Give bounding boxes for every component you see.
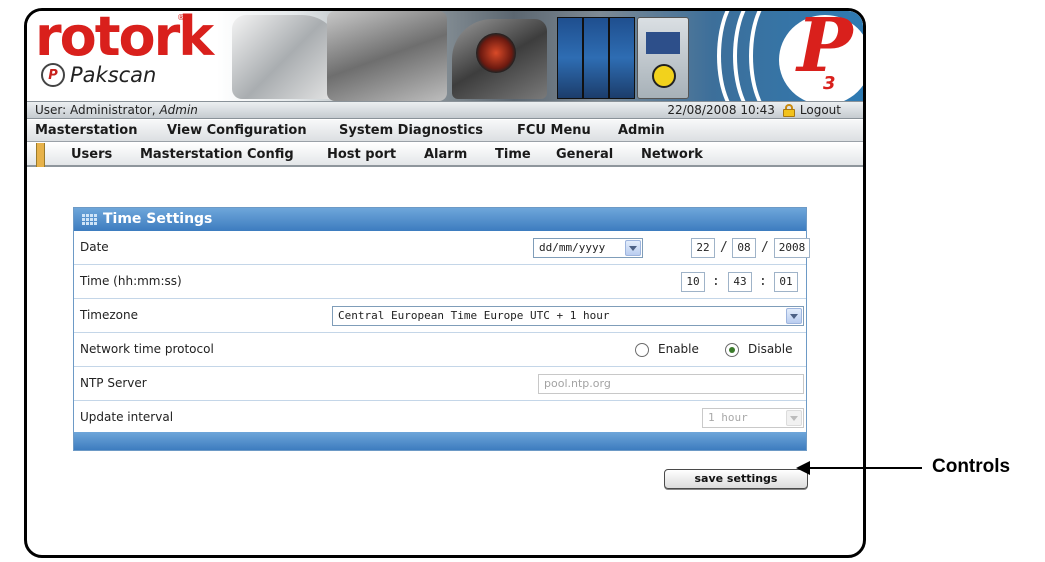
subnav-marker xyxy=(36,143,45,167)
timezone-select[interactable]: Central European Time Europe UTC + 1 hou… xyxy=(332,306,804,326)
time-separator-2: : xyxy=(759,274,767,289)
date-month-field[interactable]: 08 xyxy=(732,238,756,258)
actuator-image-2 xyxy=(327,11,447,101)
user-status-bar: User: Administrator, Admin 22/08/2008 10… xyxy=(27,101,863,119)
update-interval-row: Update interval 1 hour xyxy=(74,401,806,435)
subnav-network[interactable]: Network xyxy=(641,143,703,167)
subnav-masterstation-config[interactable]: Masterstation Config xyxy=(140,143,294,167)
pakscan-wordmark: Pakscan xyxy=(70,63,157,87)
ntp-server-input[interactable]: pool.ntp.org xyxy=(538,374,804,394)
chevron-down-icon xyxy=(786,308,802,324)
actuator-image-1 xyxy=(232,15,342,99)
time-seconds-field[interactable]: 01 xyxy=(774,272,798,292)
update-interval-select[interactable]: 1 hour xyxy=(702,408,804,428)
update-interval-label: Update interval xyxy=(80,410,174,424)
date-day-field[interactable]: 22 xyxy=(691,238,715,258)
date-year-field[interactable]: 2008 xyxy=(774,238,810,258)
ntp-server-row: NTP Server pool.ntp.org xyxy=(74,367,806,401)
pakscan-logo: P Pakscan xyxy=(41,63,156,87)
header-banner: P 3 rotork ® P Pakscan xyxy=(27,11,863,101)
save-settings-button[interactable]: save settings xyxy=(664,469,808,489)
ntp-enable-label: Enable xyxy=(658,342,699,356)
nav-view-configuration[interactable]: View Configuration xyxy=(167,120,307,142)
timezone-row: Timezone Central European Time Europe UT… xyxy=(74,299,806,333)
lock-icon xyxy=(782,104,795,117)
callout-line xyxy=(808,467,922,469)
time-label: Time (hh:mm:ss) xyxy=(80,274,182,288)
panel-header: Time Settings xyxy=(74,208,806,231)
field-unit-image-1 xyxy=(557,17,583,99)
p3-logo-number: 3 xyxy=(823,73,836,94)
date-label: Date xyxy=(80,240,109,254)
ntp-server-label: NTP Server xyxy=(80,376,147,390)
subnav-time[interactable]: Time xyxy=(495,143,531,167)
current-datetime: 22/08/2008 10:43 xyxy=(667,103,775,117)
date-format-select[interactable]: dd/mm/yyyy xyxy=(533,238,643,258)
actuator-image-3 xyxy=(452,19,547,99)
nav-fcu-menu[interactable]: FCU Menu xyxy=(517,120,591,142)
nav-admin[interactable]: Admin xyxy=(618,120,665,142)
ntp-label: Network time protocol xyxy=(80,342,214,356)
main-nav: Masterstation View Configuration System … xyxy=(27,120,863,142)
subnav-users[interactable]: Users xyxy=(71,143,112,167)
time-minutes-field[interactable]: 43 xyxy=(728,272,752,292)
registered-mark: ® xyxy=(177,13,185,22)
rotork-logo: rotork xyxy=(35,11,214,68)
app-window: P 3 rotork ® P Pakscan User: Administrat… xyxy=(24,8,866,558)
nav-system-diagnostics[interactable]: System Diagnostics xyxy=(339,120,483,142)
user-role: Admin xyxy=(159,103,198,117)
field-unit-image-2 xyxy=(583,17,609,99)
chevron-down-icon xyxy=(786,410,802,426)
user-bar-right: 22/08/2008 10:43 Logout xyxy=(667,102,841,119)
subnav-general[interactable]: General xyxy=(556,143,613,167)
timezone-value: Central European Time Europe UTC + 1 hou… xyxy=(338,309,610,322)
logout-link[interactable]: Logout xyxy=(800,102,841,119)
grid-icon xyxy=(82,214,97,225)
current-user: User: Administrator, Admin xyxy=(35,102,198,119)
time-hours-field[interactable]: 10 xyxy=(681,272,705,292)
ntp-disable-radio[interactable] xyxy=(725,343,739,357)
chevron-down-icon xyxy=(625,240,641,256)
masterstation-image xyxy=(637,17,689,99)
panel-title: Time Settings xyxy=(103,211,213,227)
time-separator-1: : xyxy=(712,274,720,289)
date-separator-2: / xyxy=(761,240,769,255)
date-format-value: dd/mm/yyyy xyxy=(539,241,606,254)
panel-footer xyxy=(74,432,806,450)
subnav-alarm[interactable]: Alarm xyxy=(424,143,467,167)
pakscan-badge-icon: P xyxy=(41,63,65,87)
time-settings-panel: Time Settings Date dd/mm/yyyy 22 / 08 / … xyxy=(73,207,810,451)
controls-callout: Controls xyxy=(932,456,1011,477)
ntp-row: Network time protocol Enable Disable xyxy=(74,333,806,367)
user-prefix: User: Administrator, xyxy=(35,103,160,117)
field-unit-image-3 xyxy=(609,17,635,99)
time-row: Time (hh:mm:ss) 10 : 43 : 01 xyxy=(74,265,806,299)
nav-masterstation[interactable]: Masterstation xyxy=(35,120,137,142)
timezone-label: Timezone xyxy=(80,308,138,322)
ntp-disable-label: Disable xyxy=(748,342,793,356)
ntp-enable-radio[interactable] xyxy=(635,343,649,357)
date-separator-1: / xyxy=(720,240,728,255)
date-row: Date dd/mm/yyyy 22 / 08 / 2008 xyxy=(74,231,810,265)
update-interval-value: 1 hour xyxy=(708,411,748,424)
admin-sub-nav: Users Masterstation Config Host port Ala… xyxy=(27,143,863,167)
subnav-host-port[interactable]: Host port xyxy=(327,143,396,167)
